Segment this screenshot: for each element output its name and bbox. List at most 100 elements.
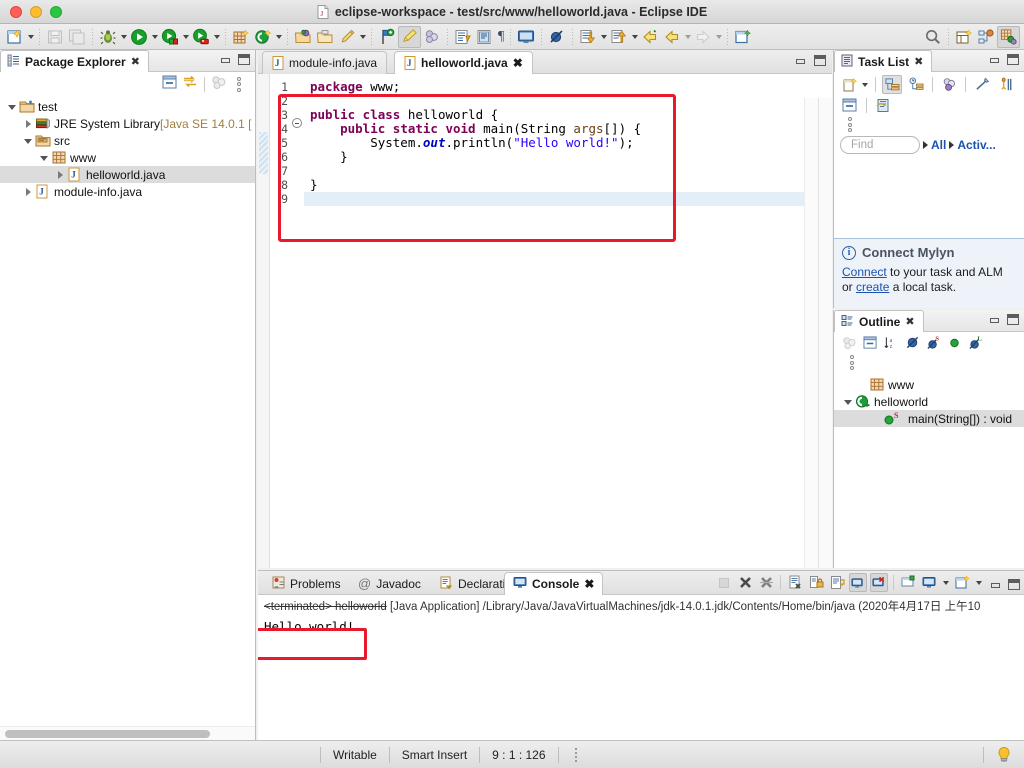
- hide-local-types-icon[interactable]: L: [968, 336, 983, 353]
- console-icon[interactable]: [515, 26, 537, 48]
- connect-link[interactable]: Connect: [842, 265, 887, 279]
- close-icon[interactable]: ✖: [131, 55, 140, 68]
- sort-alphabetically-icon[interactable]: az: [884, 336, 899, 353]
- fold-collapse-icon[interactable]: [292, 116, 304, 130]
- focus-on-workweek-icon[interactable]: [972, 75, 992, 94]
- new-console-view-icon[interactable]: [953, 573, 971, 592]
- word-wrap-icon[interactable]: [828, 573, 846, 592]
- close-icon[interactable]: ✖: [584, 577, 594, 591]
- code-line[interactable]: }: [304, 178, 832, 192]
- package-explorer-hscrollbar[interactable]: [0, 726, 255, 740]
- collapse-all-icon[interactable]: [162, 75, 178, 93]
- maximize-icon[interactable]: [1008, 579, 1020, 590]
- tree-item-helloworld-java[interactable]: Jhelloworld.java: [0, 166, 255, 183]
- scroll-lock-icon[interactable]: [807, 573, 825, 592]
- minimize-icon[interactable]: [989, 314, 1000, 325]
- tree-item-test[interactable]: test: [0, 98, 255, 115]
- code-line[interactable]: System.out.println("Hello world!");: [304, 136, 832, 150]
- tab-outline[interactable]: Outline ✖: [834, 310, 924, 332]
- restore-tasks-icon[interactable]: [873, 96, 893, 115]
- view-menu-icon[interactable]: [844, 353, 1024, 372]
- next-edit-icon[interactable]: [577, 26, 599, 48]
- annotation-ruler[interactable]: [258, 74, 270, 568]
- new-java-package-icon[interactable]: [230, 26, 252, 48]
- display-selected-console-icon[interactable]: [870, 573, 888, 592]
- view-menu-filter-icon[interactable]: [211, 75, 227, 93]
- tab-problems[interactable]: Problems: [264, 572, 349, 595]
- code-line[interactable]: [304, 94, 832, 108]
- sort-members-icon[interactable]: [842, 336, 857, 353]
- code-editor[interactable]: 123456789 package www; public class hell…: [258, 74, 832, 568]
- close-icon[interactable]: ✖: [905, 315, 914, 328]
- run-external-tools-icon[interactable]: [159, 26, 181, 48]
- new-task-dropdown-icon[interactable]: [862, 82, 868, 87]
- remove-all-terminated-icon[interactable]: [757, 573, 775, 592]
- back-icon[interactable]: [639, 26, 661, 48]
- tree-item-jre-system-library[interactable]: JRE System Library [Java SE 14.0.1 [: [0, 115, 255, 132]
- pin-console-icon[interactable]: [849, 573, 867, 592]
- toggle-mark-occurrences-icon[interactable]: [398, 25, 421, 48]
- coverage-dropdown-icon[interactable]: [214, 34, 220, 39]
- outline-item-main-string-void[interactable]: Smain(String[]) : void: [834, 410, 1024, 427]
- close-icon[interactable]: ✖: [914, 55, 923, 68]
- next-annotation-icon[interactable]: [452, 26, 474, 48]
- expand-arrow-icon[interactable]: [54, 168, 67, 181]
- external-tools-dropdown-icon[interactable]: [183, 34, 189, 39]
- tab-javadoc[interactable]: @ Javadoc: [350, 572, 429, 595]
- tree-item-www[interactable]: www: [0, 149, 255, 166]
- tree-item-module-info-java[interactable]: Jmodule-info.java: [0, 183, 255, 200]
- link-with-editor-icon[interactable]: [182, 75, 198, 93]
- link-with-editor-icon[interactable]: [421, 26, 443, 48]
- code-line[interactable]: package www;: [304, 80, 832, 94]
- save-icon[interactable]: [44, 26, 66, 48]
- maximize-icon[interactable]: [1007, 54, 1019, 65]
- run-icon[interactable]: [128, 26, 150, 48]
- new-java-class-icon[interactable]: [252, 26, 274, 48]
- new-console-dropdown-icon[interactable]: [976, 580, 982, 585]
- collapse-all-icon[interactable]: [863, 336, 878, 353]
- java-perspective-icon[interactable]: [997, 25, 1020, 48]
- new-task-icon[interactable]: [840, 75, 860, 94]
- previous-edit-dropdown-icon[interactable]: [632, 34, 639, 39]
- code-line[interactable]: public static void main(String args[]) {: [304, 122, 832, 136]
- collapse-arrow-icon[interactable]: [6, 100, 19, 113]
- editor-tab-module-info[interactable]: J module-info.java: [262, 51, 388, 74]
- forward-dropdown-icon[interactable]: [716, 34, 723, 39]
- quick-access-pen-icon[interactable]: [336, 26, 358, 48]
- new-window-icon[interactable]: [732, 26, 754, 48]
- coverage-icon[interactable]: [190, 26, 212, 48]
- collapse-arrow-icon[interactable]: [22, 134, 35, 147]
- folding-ruler[interactable]: [292, 74, 304, 568]
- hide-static-icon[interactable]: S: [926, 336, 941, 353]
- filter-active-arrow-icon[interactable]: [949, 141, 955, 149]
- view-menu-icon[interactable]: [842, 115, 1024, 134]
- back-dropdown-icon[interactable]: [685, 34, 692, 39]
- collapse-all-icon[interactable]: [840, 96, 860, 115]
- clear-console-icon[interactable]: [786, 573, 804, 592]
- minimize-icon[interactable]: [990, 579, 1001, 590]
- tab-console[interactable]: Console ✖: [504, 572, 604, 595]
- expand-arrow-icon[interactable]: [22, 185, 35, 198]
- new-wizard-dropdown-icon[interactable]: [28, 34, 34, 39]
- code-line[interactable]: [304, 164, 832, 178]
- create-link[interactable]: create: [856, 280, 889, 294]
- code-text-area[interactable]: package www; public class helloworld { p…: [304, 74, 832, 568]
- previous-edit-icon[interactable]: [608, 26, 630, 48]
- synchronize-changed-icon[interactable]: [939, 75, 959, 94]
- show-console-dropdown-icon[interactable]: [943, 580, 949, 585]
- tree-item-src[interactable]: src: [0, 132, 255, 149]
- outline-item-helloworld[interactable]: helloworld: [834, 393, 1024, 410]
- close-icon[interactable]: ✖: [513, 56, 523, 70]
- save-all-icon[interactable]: [66, 26, 88, 48]
- show-console-view-icon[interactable]: [920, 573, 938, 592]
- code-line[interactable]: }: [304, 150, 832, 164]
- search-icon[interactable]: [922, 26, 944, 48]
- open-task-icon[interactable]: [314, 26, 336, 48]
- pen-dropdown-icon[interactable]: [360, 34, 366, 39]
- minimize-icon[interactable]: [220, 54, 231, 65]
- filter-all-arrow-icon[interactable]: [923, 141, 928, 149]
- hide-fields-icon[interactable]: [947, 336, 962, 353]
- scrollbar-thumb[interactable]: [5, 730, 210, 738]
- maximize-icon[interactable]: [238, 54, 250, 65]
- open-perspective-icon[interactable]: [953, 26, 975, 48]
